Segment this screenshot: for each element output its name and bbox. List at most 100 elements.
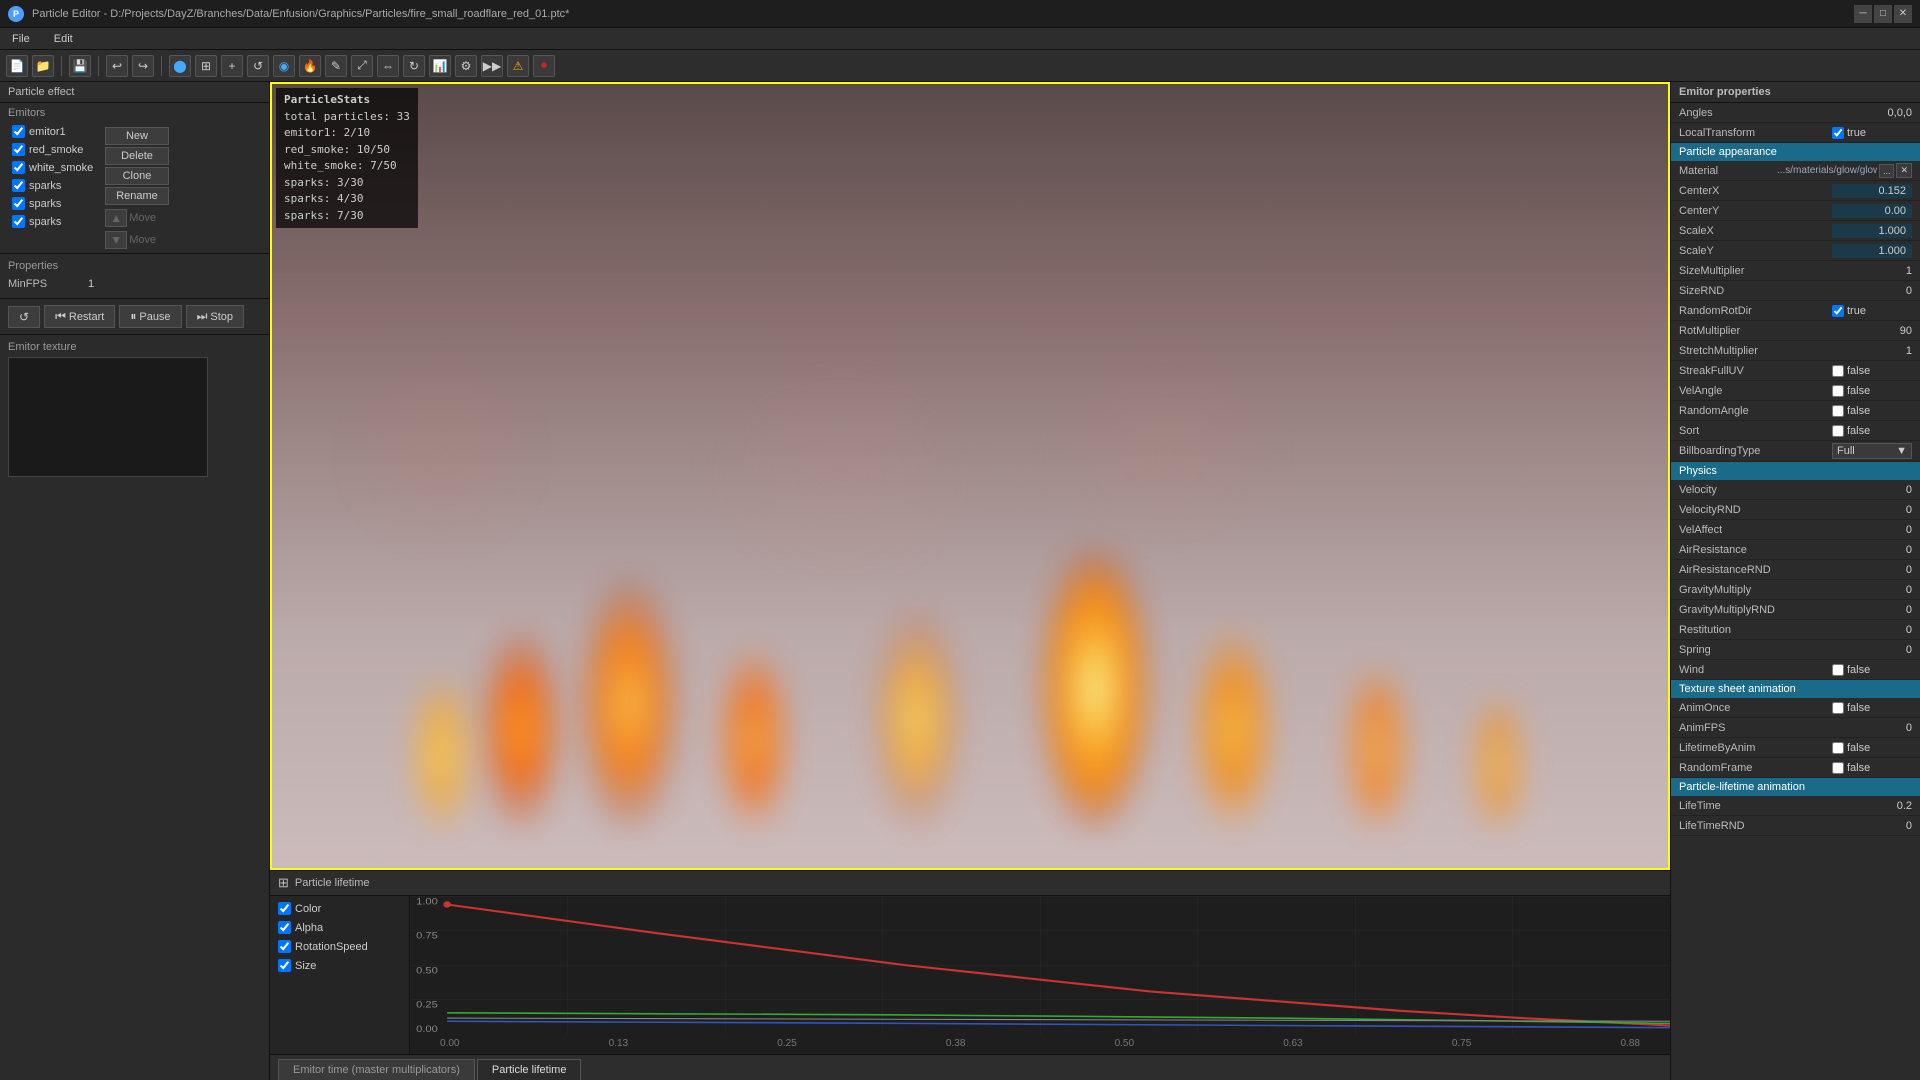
localtransform-value: true [1832,127,1912,139]
svg-text:0.00: 0.00 [416,1025,438,1034]
scalex-value[interactable]: 1.000 [1832,224,1912,238]
reset-button[interactable]: ↺ [8,306,40,328]
velocity-row: Velocity 0 [1671,480,1920,500]
color-checkbox[interactable] [278,902,291,915]
stop-button[interactable]: ⏭ Stop [186,305,244,328]
sparks3-checkbox[interactable] [12,215,25,228]
tb-save[interactable]: 💾 [69,55,91,77]
streakfulluv-checkbox[interactable] [1832,365,1844,377]
toolbar: 📄 📁 💾 ↩ ↪ ⬤ ⊞ + ↺ ◉ 🔥 ✎ ⤢ ⇔ ↻ 📊 ⚙ ▶▶ ⚠ ⏺ [0,50,1920,82]
velaffect-label: VelAffect [1679,524,1832,536]
restart-button[interactable]: ⏮ Restart [44,305,115,328]
emitor-item[interactable]: sparks [8,213,97,230]
rename-button[interactable]: Rename [105,187,169,205]
wind-checkbox[interactable] [1832,664,1844,676]
new-button[interactable]: New [105,127,169,145]
tb-undo[interactable]: ↩ [106,55,128,77]
sparks2-checkbox[interactable] [12,197,25,210]
particle-appearance-header[interactable]: Particle appearance [1671,143,1920,161]
animonce-label: AnimOnce [1679,702,1832,714]
graph-area[interactable]: 1.00 0.75 0.50 0.25 0.00 [410,896,1670,1054]
tb-rotate[interactable]: ↻ [403,55,425,77]
tb-add[interactable]: + [221,55,243,77]
tb-refresh[interactable]: ↺ [247,55,269,77]
svg-text:0.75: 0.75 [416,931,438,941]
emitor-list: emitor1 red_smoke white_smoke sparks [8,123,97,249]
tb-arrow-right[interactable]: ▶▶ [481,55,503,77]
alpha-checkbox[interactable] [278,921,291,934]
texture-sheet-header[interactable]: Texture sheet animation [1671,680,1920,698]
tb-chart[interactable]: 📊 [429,55,451,77]
red-smoke-label: red_smoke [29,144,83,156]
tb-new[interactable]: 📄 [6,55,28,77]
viewport-area[interactable]: ParticleStats total particles: 33 emitor… [270,82,1670,870]
grid-icon[interactable]: ⊞ [278,875,289,891]
randomangle-checkbox[interactable] [1832,405,1844,417]
wind-label: Wind [1679,664,1832,676]
restitution-label: Restitution [1679,624,1832,636]
white-smoke-checkbox[interactable] [12,161,25,174]
white-smoke-label: white_smoke [29,162,93,174]
minimize-button[interactable]: ─ [1854,5,1872,23]
randomrotdir-checkbox[interactable] [1832,305,1844,317]
menu-edit[interactable]: Edit [46,31,81,47]
emitor-item[interactable]: emitor1 [8,123,97,140]
emitor-item[interactable]: sparks [8,177,97,194]
sparks1-checkbox[interactable] [12,179,25,192]
clone-button[interactable]: Clone [105,167,169,185]
delete-button[interactable]: Delete [105,147,169,165]
animonce-checkbox[interactable] [1832,702,1844,714]
randomframe-label: RandomFrame [1679,762,1832,774]
material-clear-button[interactable]: ✕ [1896,163,1912,178]
randomframe-checkbox[interactable] [1832,762,1844,774]
emitor1-checkbox[interactable] [12,125,25,138]
pause-button[interactable]: ⏸ Pause [119,305,181,328]
maximize-button[interactable]: □ [1874,5,1892,23]
tb-open[interactable]: 📁 [32,55,54,77]
tb-move[interactable]: ⤢ [351,55,373,77]
move-label: Move [129,212,156,224]
tb-edit[interactable]: ✎ [325,55,347,77]
controls-section: ↺ ⏮ Restart ⏸ Pause ⏭ Stop [0,299,269,335]
emitor-buttons: New Delete Clone Rename ▲ Move ▼ Move [105,127,169,249]
tb-flame[interactable]: 🔥 [299,55,321,77]
reset-icon: ↺ [19,310,29,324]
menu-file[interactable]: File [4,31,38,47]
randomframe-row: RandomFrame false [1671,758,1920,778]
particle-lifetime-anim-header[interactable]: Particle-lifetime animation [1671,778,1920,796]
move-up-button[interactable]: ▲ [105,209,127,227]
tb-record[interactable]: ⏺ [533,55,555,77]
tb-view1[interactable]: ⬤ [169,55,191,77]
tb-settings[interactable]: ⚙ [455,55,477,77]
streakfulluv-label: StreakFullUV [1679,365,1832,377]
rotmultiplier-row: RotMultiplier 90 [1671,321,1920,341]
tb-sphere[interactable]: ◉ [273,55,295,77]
velangle-checkbox[interactable] [1832,385,1844,397]
rotation-checkbox[interactable] [278,940,291,953]
tab-particle-lifetime[interactable]: Particle lifetime [477,1059,582,1080]
material-browse-button[interactable]: ... [1879,164,1895,178]
tb-arrows[interactable]: ⇔ [377,55,399,77]
red-smoke-checkbox[interactable] [12,143,25,156]
localtransform-checkbox[interactable] [1832,127,1844,139]
physics-header[interactable]: Physics [1671,462,1920,480]
centerx-value[interactable]: 0.152 [1832,184,1912,198]
emitor-item[interactable]: sparks [8,195,97,212]
centery-value[interactable]: 0.00 [1832,204,1912,218]
tab-emitor-time[interactable]: Emitor time (master multiplicators) [278,1059,475,1080]
billboardingtype-dropdown[interactable]: Full ▼ [1832,443,1912,459]
close-button[interactable]: ✕ [1894,5,1912,23]
emitor-item[interactable]: red_smoke [8,141,97,158]
legend-size-item: Size [274,957,405,974]
lifetimebyanim-checkbox[interactable] [1832,742,1844,754]
tb-redo[interactable]: ↪ [132,55,154,77]
tb-grid[interactable]: ⊞ [195,55,217,77]
sort-checkbox[interactable] [1832,425,1844,437]
texture-preview [8,357,208,477]
size-checkbox[interactable] [278,959,291,972]
tb-warning[interactable]: ⚠ [507,55,529,77]
move-down-button[interactable]: ▼ [105,231,127,249]
emitor-item[interactable]: white_smoke [8,159,97,176]
scaley-value[interactable]: 1.000 [1832,244,1912,258]
graph-legend: Color Alpha RotationSpeed Size [270,896,410,1054]
